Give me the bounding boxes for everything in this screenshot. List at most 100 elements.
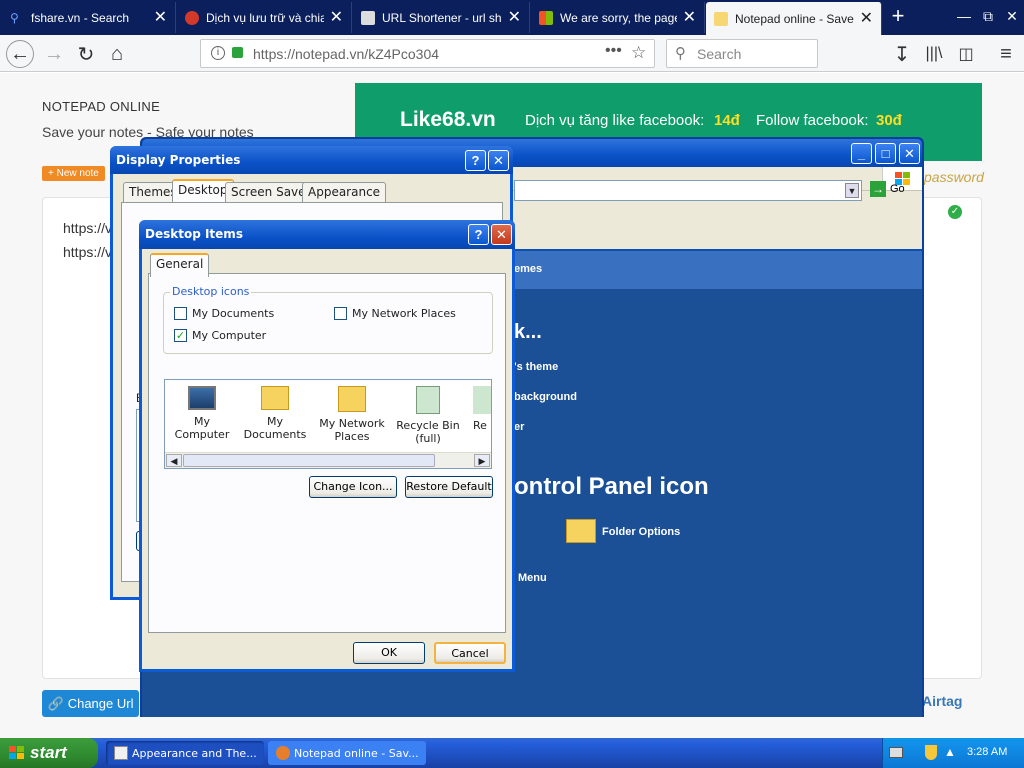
change-url-button[interactable]: 🔗 Change Url	[42, 690, 139, 717]
close-icon[interactable]: ✕	[488, 150, 509, 171]
folder-options-link[interactable]: Folder Options	[602, 526, 680, 538]
clock[interactable]: 3:28 AM	[967, 746, 1007, 758]
close-icon[interactable]: ✕	[491, 224, 512, 245]
banner-brand: Like68.vn	[400, 108, 496, 131]
maximize-icon[interactable]: □	[875, 143, 896, 164]
taskbar: start Appearance and The... Notepad onli…	[0, 738, 1024, 768]
cancel-button[interactable]: Cancel	[434, 642, 506, 664]
my-computer-icon	[188, 386, 216, 410]
general-tab-panel: Desktop icons My Documents My Network Pl…	[148, 273, 506, 633]
desktop-items-titlebar[interactable]: Desktop Items ? ✕	[139, 220, 515, 249]
tab-dichvu[interactable]: Dịch vụ lưu trữ và chia s ✕	[177, 2, 352, 33]
display-properties-titlebar[interactable]: Display Properties ? ✕	[110, 146, 513, 174]
airtag-link[interactable]: Airtag	[922, 693, 962, 709]
sidebar-icon[interactable]: ◫	[952, 40, 980, 68]
windows-logo-icon	[9, 746, 25, 760]
note-line: https://v	[63, 244, 113, 260]
taskbar-item-appearance[interactable]: Appearance and The...	[106, 741, 264, 765]
checkbox-icon	[334, 307, 347, 320]
tab-appearance[interactable]: Appearance	[302, 182, 387, 202]
restore-default-button[interactable]: Restore Default	[405, 476, 493, 498]
system-tray: ▲ 3:28 AM	[882, 738, 1024, 768]
task-link[interactable]: background	[514, 391, 577, 403]
page-actions-icon[interactable]: •••	[605, 42, 622, 60]
close-tab-icon[interactable]: ✕	[508, 9, 521, 26]
dropdown-arrow-icon[interactable]: ▼	[845, 183, 859, 198]
notepad-icon	[714, 11, 728, 26]
new-note-button[interactable]: + New note	[42, 166, 105, 181]
list-item[interactable]: My Documents	[240, 386, 310, 441]
desktop-icon-list[interactable]: My Computer My Documents My Network Plac…	[164, 379, 492, 469]
list-item[interactable]: Recycle Bin (full)	[393, 386, 463, 445]
tab-general[interactable]: General	[150, 253, 210, 277]
close-tab-icon[interactable]: ✕	[683, 9, 696, 26]
start-button[interactable]: start	[0, 738, 98, 768]
close-tab-icon[interactable]: ✕	[154, 9, 167, 26]
keyboard-icon[interactable]	[889, 747, 903, 758]
tab-fshare[interactable]: ⚲ fshare.vn - Search ✕	[2, 2, 176, 33]
desktop-icons-group: Desktop icons My Documents My Network Pl…	[163, 285, 493, 354]
tab-url-shortener[interactable]: URL Shortener - url shor ✕	[353, 2, 530, 33]
banner-price: 30đ	[876, 112, 902, 129]
library-icon[interactable]: |||\	[920, 40, 948, 68]
my-documents-checkbox[interactable]: My Documents	[174, 307, 274, 320]
close-tab-icon[interactable]: ✕	[860, 10, 873, 27]
list-item[interactable]: Re	[461, 386, 491, 432]
go-arrow-icon: →	[870, 181, 886, 197]
saved-check-icon: ✓	[948, 205, 962, 219]
help-icon[interactable]: ?	[468, 224, 489, 245]
recycle-bin-icon	[473, 386, 491, 414]
minimize-icon[interactable]: _	[851, 143, 872, 164]
volume-icon[interactable]: ▲	[944, 745, 956, 759]
url-text[interactable]: https://notepad.vn/kZ4Pco304	[253, 46, 439, 62]
new-tab-icon[interactable]: +	[888, 5, 908, 27]
url-bar[interactable]: i https://notepad.vn/kZ4Pco304 ••• ☆	[200, 39, 655, 68]
restore-icon[interactable]: ⧉	[978, 7, 998, 25]
task-link[interactable]: 's theme	[514, 361, 558, 373]
my-computer-checkbox[interactable]: ✓ My Computer	[174, 329, 266, 342]
list-item[interactable]: My Computer	[167, 386, 237, 441]
download-icon[interactable]: ↧	[888, 40, 916, 68]
back-icon[interactable]: ←	[6, 40, 34, 68]
task-link[interactable]: er	[514, 421, 524, 433]
close-window-icon[interactable]: ✕	[1002, 7, 1022, 25]
info-icon[interactable]: i	[211, 46, 225, 60]
close-icon[interactable]: ✕	[899, 143, 920, 164]
home-icon[interactable]: ⌂	[103, 40, 131, 68]
task-link[interactable]: Menu	[518, 572, 547, 584]
search-input[interactable]: ⚲ Search	[666, 39, 818, 68]
task-heading: k...	[514, 321, 542, 343]
taskbar-item-notepad[interactable]: Notepad online - Sav...	[268, 741, 426, 765]
control-panel-icon	[114, 746, 128, 760]
tab-notepad[interactable]: Notepad online - Save n ✕	[706, 2, 882, 35]
my-network-places-checkbox[interactable]: My Network Places	[334, 307, 456, 320]
go-button[interactable]: → Go	[870, 181, 905, 197]
ok-button[interactable]: OK	[353, 642, 425, 664]
horizontal-scrollbar[interactable]: ◀ ▶	[165, 452, 491, 468]
help-icon[interactable]: ?	[465, 150, 486, 171]
checkmark-icon: ✓	[174, 329, 187, 342]
tab-sorry[interactable]: We are sorry, the page y ✕	[531, 2, 705, 33]
menu-icon[interactable]: ≡	[992, 40, 1020, 68]
list-item[interactable]: My Network Places	[317, 386, 387, 443]
dialog-title: Desktop Items	[145, 227, 243, 241]
firefox-icon	[276, 746, 290, 760]
scroll-thumb[interactable]	[183, 454, 435, 467]
scroll-left-icon[interactable]: ◀	[166, 454, 182, 467]
my-documents-icon	[261, 386, 289, 410]
change-icon-button[interactable]: Change Icon...	[309, 476, 397, 498]
minimize-icon[interactable]: —	[954, 7, 974, 25]
folder-options-icon[interactable]	[566, 519, 596, 543]
search-icon: ⚲	[675, 45, 686, 62]
address-field[interactable]: ▼	[514, 180, 862, 201]
shield-icon[interactable]	[925, 745, 937, 760]
scroll-right-icon[interactable]: ▶	[474, 454, 490, 467]
forward-icon[interactable]: →	[40, 40, 68, 68]
reload-icon[interactable]: ↻	[72, 40, 100, 68]
password-link[interactable]: password	[924, 169, 984, 185]
browser-tab-strip: ⚲ fshare.vn - Search ✕ Dịch vụ lưu trữ v…	[0, 0, 1024, 35]
bookmark-star-icon[interactable]: ☆	[631, 43, 646, 63]
site-title: NOTEPAD ONLINE	[42, 99, 161, 114]
note-line: https://v	[63, 220, 113, 236]
close-tab-icon[interactable]: ✕	[330, 9, 343, 26]
